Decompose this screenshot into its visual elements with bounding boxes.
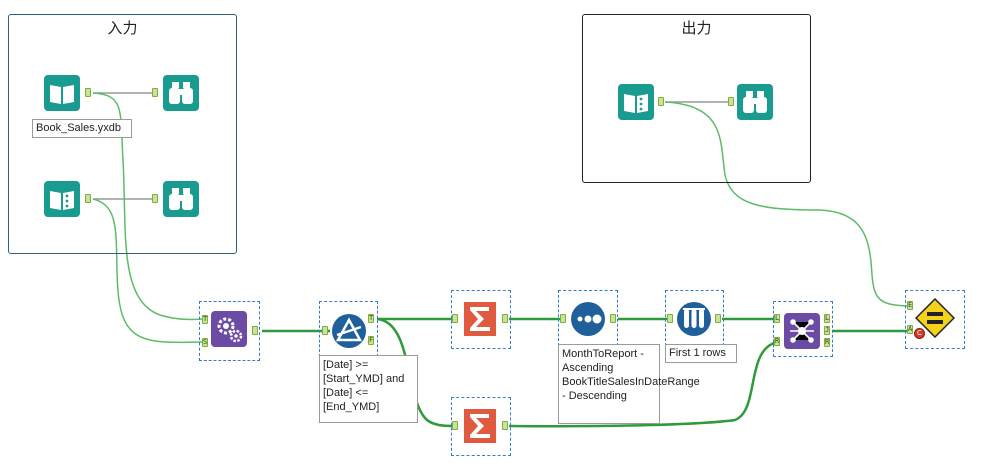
append-source-label: S [203, 338, 208, 346]
append-output-anchor[interactable] [252, 326, 258, 335]
browse-tool[interactable] [163, 181, 199, 217]
append-fields-tool[interactable] [211, 311, 247, 347]
input-data-tool[interactable] [44, 75, 80, 111]
test-tubes-icon [677, 302, 711, 336]
browse-tool[interactable] [163, 75, 199, 111]
sort-dots-icon [571, 302, 605, 336]
filter-input-anchor[interactable] [322, 326, 328, 335]
join-right-output-label: R [825, 338, 830, 346]
macro-input-book-icon [44, 181, 80, 217]
filter-true-label: T [369, 314, 374, 322]
sort-output-anchor[interactable] [610, 314, 616, 323]
join-left-output-label: L [825, 314, 830, 322]
sample-input-anchor[interactable] [667, 314, 673, 323]
summarize-bottom-output-anchor[interactable] [502, 421, 508, 430]
input-container-title[interactable]: 入力 [9, 17, 236, 38]
binoculars-icon [163, 181, 199, 217]
macro-input-book-icon [618, 84, 654, 120]
gears-icon [211, 311, 247, 347]
filter-triangle-icon [332, 314, 366, 348]
macro-input-tool[interactable] [44, 181, 80, 217]
input-file-annotation: Book_Sales.yxdb [32, 119, 132, 138]
test-actual-label: A [908, 325, 913, 333]
output-input-output-anchor[interactable] [658, 97, 664, 106]
output-browse-input-anchor[interactable] [728, 97, 734, 106]
join-network-icon [784, 313, 820, 349]
append-target-label: T [203, 315, 208, 323]
sigma-icon [464, 302, 496, 336]
filter-expression-annotation: [Date] >= [Start_YMD] and [Date] <= [End… [319, 355, 418, 423]
summarize-top-output-anchor[interactable] [502, 314, 508, 323]
sort-tool[interactable] [570, 301, 606, 337]
join-tool[interactable] [784, 313, 820, 349]
summarize-tool[interactable] [462, 300, 498, 338]
output-container-title[interactable]: 出力 [583, 17, 810, 38]
test-error-label: C [917, 329, 922, 337]
input1-output-anchor[interactable] [85, 88, 91, 97]
browse2-input-anchor[interactable] [152, 194, 158, 203]
filter-tool[interactable] [331, 313, 367, 349]
output-container[interactable]: 出力 [582, 14, 811, 183]
browse1-input-anchor[interactable] [152, 88, 158, 97]
summarize-top-input-anchor[interactable] [452, 314, 458, 323]
join-left-label: L [775, 314, 780, 322]
sort-order-annotation: MonthToReport - Ascending BookTitleSales… [558, 344, 700, 424]
summarize-bottom-input-anchor[interactable] [452, 421, 458, 430]
input2-output-anchor[interactable] [85, 194, 91, 203]
filter-false-label: F [369, 336, 374, 344]
sample-rows-annotation: First 1 rows [665, 344, 737, 363]
binoculars-icon [163, 75, 199, 111]
macro-input-tool[interactable] [618, 84, 654, 120]
sample-tool[interactable] [676, 301, 712, 337]
browse-tool[interactable] [737, 84, 773, 120]
join-join-output-label: J [825, 326, 830, 334]
test-expected-label: E [908, 301, 913, 309]
join-right-label: R [775, 337, 780, 345]
input-book-icon [44, 75, 80, 111]
binoculars-icon [737, 84, 773, 120]
sigma-icon [464, 409, 496, 443]
test-error-badge: C [914, 328, 925, 339]
sample-output-anchor[interactable] [715, 314, 721, 323]
sort-input-anchor[interactable] [560, 314, 566, 323]
summarize-tool[interactable] [462, 407, 498, 445]
